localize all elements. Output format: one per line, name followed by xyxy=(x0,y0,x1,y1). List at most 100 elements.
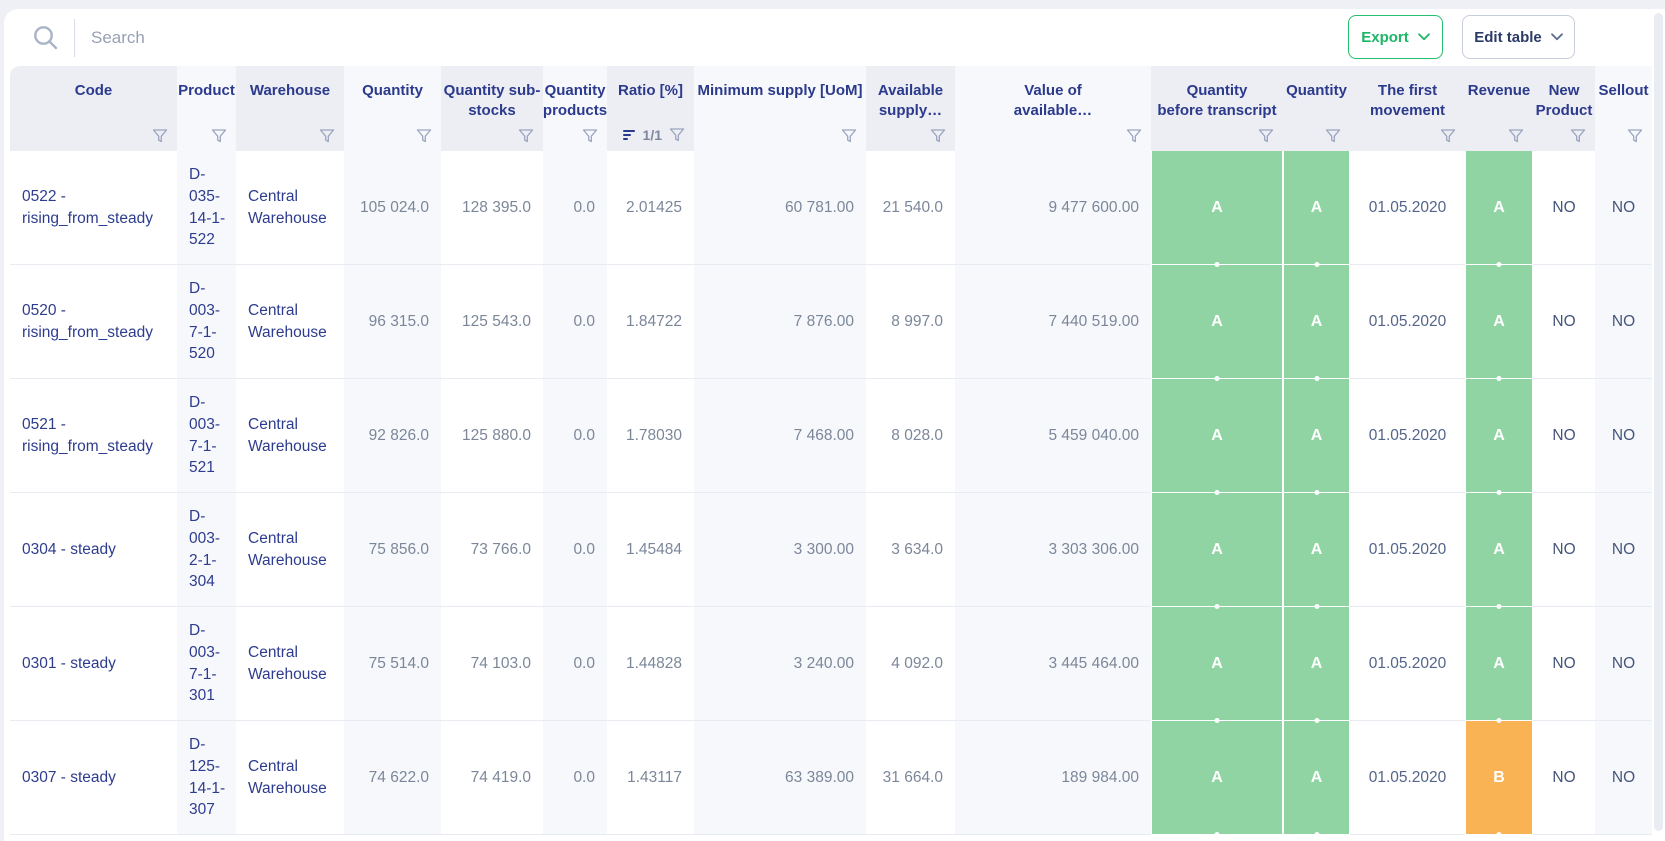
cell-quantity_before_transcript: A xyxy=(1151,151,1283,265)
cell-minimum_supply: 3 240.00 xyxy=(694,607,866,721)
header-cell-value_of_available[interactable]: Value of available… xyxy=(955,66,1151,151)
cell-text-value_of_available: 5 459 040.00 xyxy=(1048,427,1139,445)
cell-minimum_supply: 3 300.00 xyxy=(694,493,866,607)
filter-icon-available_supply[interactable] xyxy=(930,129,946,143)
filter-icon-quantity_before_transcript[interactable] xyxy=(1258,129,1274,143)
cell-value_of_available: 3 445 464.00 xyxy=(955,607,1151,721)
search-icon[interactable] xyxy=(30,23,60,53)
filter-icon-revenue[interactable] xyxy=(1508,129,1524,143)
header-controls-new_product xyxy=(1533,129,1595,151)
toolbar-divider xyxy=(74,19,75,57)
filter-icon-value_of_available[interactable] xyxy=(1126,129,1142,143)
cell-quantity: 96 315.0 xyxy=(344,265,441,379)
table-row[interactable]: 0520 - rising_from_steadyD-003-7-1-520Ce… xyxy=(10,265,1652,379)
filter-icon-quantity[interactable] xyxy=(416,129,432,143)
header-cell-new_product[interactable]: New Product xyxy=(1533,66,1595,151)
cell-available_supply: 3 634.0 xyxy=(866,493,955,607)
cell-text-ratio: 1.45484 xyxy=(626,541,682,559)
header-cell-sellout[interactable]: Sellout xyxy=(1595,66,1652,151)
cell-text-minimum_supply: 7 468.00 xyxy=(794,427,854,445)
search-input[interactable] xyxy=(91,28,611,48)
cell-text-quantity_sub_stocks: 125 880.0 xyxy=(462,427,531,445)
cell-warehouse: Central Warehouse xyxy=(236,265,344,379)
filter-icon-warehouse[interactable] xyxy=(319,129,335,143)
table-row[interactable]: 0301 - steadyD-003-7-1-301Central Wareho… xyxy=(10,607,1652,721)
cell-quantity_sub_stocks: 125 543.0 xyxy=(441,265,543,379)
cell-text-quantity_sub_stocks: 128 395.0 xyxy=(462,199,531,217)
cell-new_product: NO xyxy=(1533,265,1595,379)
header-cell-revenue[interactable]: Revenue xyxy=(1465,66,1533,151)
header-controls-quantity_sub_stocks xyxy=(441,129,543,151)
cell-ratio: 1.84722 xyxy=(607,265,694,379)
header-label-quantity_products: Quantity products xyxy=(543,81,607,122)
header-controls-quantity xyxy=(344,129,441,151)
cell-quantity_products: 0.0 xyxy=(543,379,607,493)
cell-revenue: A xyxy=(1465,379,1533,493)
filter-icon-quantity_sub_stocks[interactable] xyxy=(518,129,534,143)
export-button[interactable]: Export xyxy=(1348,15,1443,59)
filter-icon-product[interactable] xyxy=(211,129,227,143)
table-row[interactable]: 0307 - steadyD-125-14-1-307Central Wareh… xyxy=(10,721,1652,835)
cell-text-new_product: NO xyxy=(1552,655,1575,673)
filter-icon-new_product[interactable] xyxy=(1570,129,1586,143)
table-row[interactable]: 0304 - steadyD-003-2-1-304Central Wareho… xyxy=(10,493,1652,607)
cell-quantity_before_transcript: A xyxy=(1151,265,1283,379)
header-cell-code[interactable]: Code xyxy=(10,66,177,151)
filter-icon-minimum_supply[interactable] xyxy=(841,129,857,143)
chevron-down-icon xyxy=(1418,33,1430,41)
table-row[interactable]: 0522 - rising_from_steadyD-035-14-1-522C… xyxy=(10,151,1652,265)
cell-text-warehouse: Central Warehouse xyxy=(248,186,338,229)
cell-text-quantity: 96 315.0 xyxy=(369,313,429,331)
cell-warehouse: Central Warehouse xyxy=(236,151,344,265)
cell-text-value_of_available: 3 445 464.00 xyxy=(1048,655,1139,673)
header-cell-quantity_before_transcript[interactable]: Quantity before transcript xyxy=(1151,66,1283,151)
cell-available_supply: 21 540.0 xyxy=(866,151,955,265)
cell-first_movement: 01.05.2020 xyxy=(1350,379,1465,493)
filter-icon-sellout[interactable] xyxy=(1627,129,1643,143)
sort-icon-ratio[interactable] xyxy=(623,129,636,141)
header-label-quantity_sub_stocks: Quantity sub- stocks xyxy=(444,81,541,122)
cell-text-first_movement: 01.05.2020 xyxy=(1369,313,1447,331)
chevron-down-icon xyxy=(1551,33,1563,41)
grade-badge: A xyxy=(1465,493,1533,606)
header-cell-ratio[interactable]: Ratio [%]1/1 xyxy=(607,66,694,151)
header-label-new_product: New Product xyxy=(1536,81,1593,122)
header-label-quantity: Quantity xyxy=(362,81,423,101)
grade-badge: B xyxy=(1465,721,1533,834)
cell-text-sellout: NO xyxy=(1612,541,1635,559)
table-row[interactable]: 0521 - rising_from_steadyD-003-7-1-521Ce… xyxy=(10,379,1652,493)
cell-value_of_available: 3 303 306.00 xyxy=(955,493,1151,607)
header-cell-quantity_grade[interactable]: Quantity xyxy=(1283,66,1350,151)
cell-text-warehouse: Central Warehouse xyxy=(248,300,338,343)
header-cell-quantity_products[interactable]: Quantity products xyxy=(543,66,607,151)
header-cell-product[interactable]: Product xyxy=(177,66,236,151)
cell-ratio: 1.43117 xyxy=(607,721,694,835)
export-button-label: Export xyxy=(1361,29,1409,46)
header-cell-warehouse[interactable]: Warehouse xyxy=(236,66,344,151)
cell-text-minimum_supply: 60 781.00 xyxy=(785,199,854,217)
cell-text-sellout: NO xyxy=(1612,769,1635,787)
filter-icon-code[interactable] xyxy=(152,129,168,143)
edit-table-button[interactable]: Edit table xyxy=(1462,15,1575,59)
header-cell-quantity_sub_stocks[interactable]: Quantity sub- stocks xyxy=(441,66,543,151)
filter-icon-ratio[interactable] xyxy=(669,128,685,142)
cell-text-ratio: 2.01425 xyxy=(626,199,682,217)
header-cell-quantity[interactable]: Quantity xyxy=(344,66,441,151)
filter-icon-first_movement[interactable] xyxy=(1440,129,1456,143)
header-cell-first_movement[interactable]: The first movement xyxy=(1350,66,1465,151)
cell-text-product: D-035-14-1-522 xyxy=(189,164,230,251)
header-controls-quantity_before_transcript xyxy=(1151,129,1283,151)
header-controls-first_movement xyxy=(1350,129,1465,151)
header-cell-minimum_supply[interactable]: Minimum supply [UoM] xyxy=(694,66,866,151)
cell-quantity_before_transcript: A xyxy=(1151,607,1283,721)
cell-sellout: NO xyxy=(1595,265,1652,379)
cell-product: D-003-7-1-521 xyxy=(177,379,236,493)
header-cell-available_supply[interactable]: Available supply… xyxy=(866,66,955,151)
vertical-scrollbar[interactable] xyxy=(1654,13,1663,831)
cell-text-warehouse: Central Warehouse xyxy=(248,528,338,571)
header-controls-quantity_grade xyxy=(1283,129,1350,151)
filter-icon-quantity_products[interactable] xyxy=(582,129,598,143)
filter-icon-quantity_grade[interactable] xyxy=(1325,129,1341,143)
grade-badge: A xyxy=(1151,721,1283,834)
cell-text-quantity_sub_stocks: 74 103.0 xyxy=(471,655,531,673)
